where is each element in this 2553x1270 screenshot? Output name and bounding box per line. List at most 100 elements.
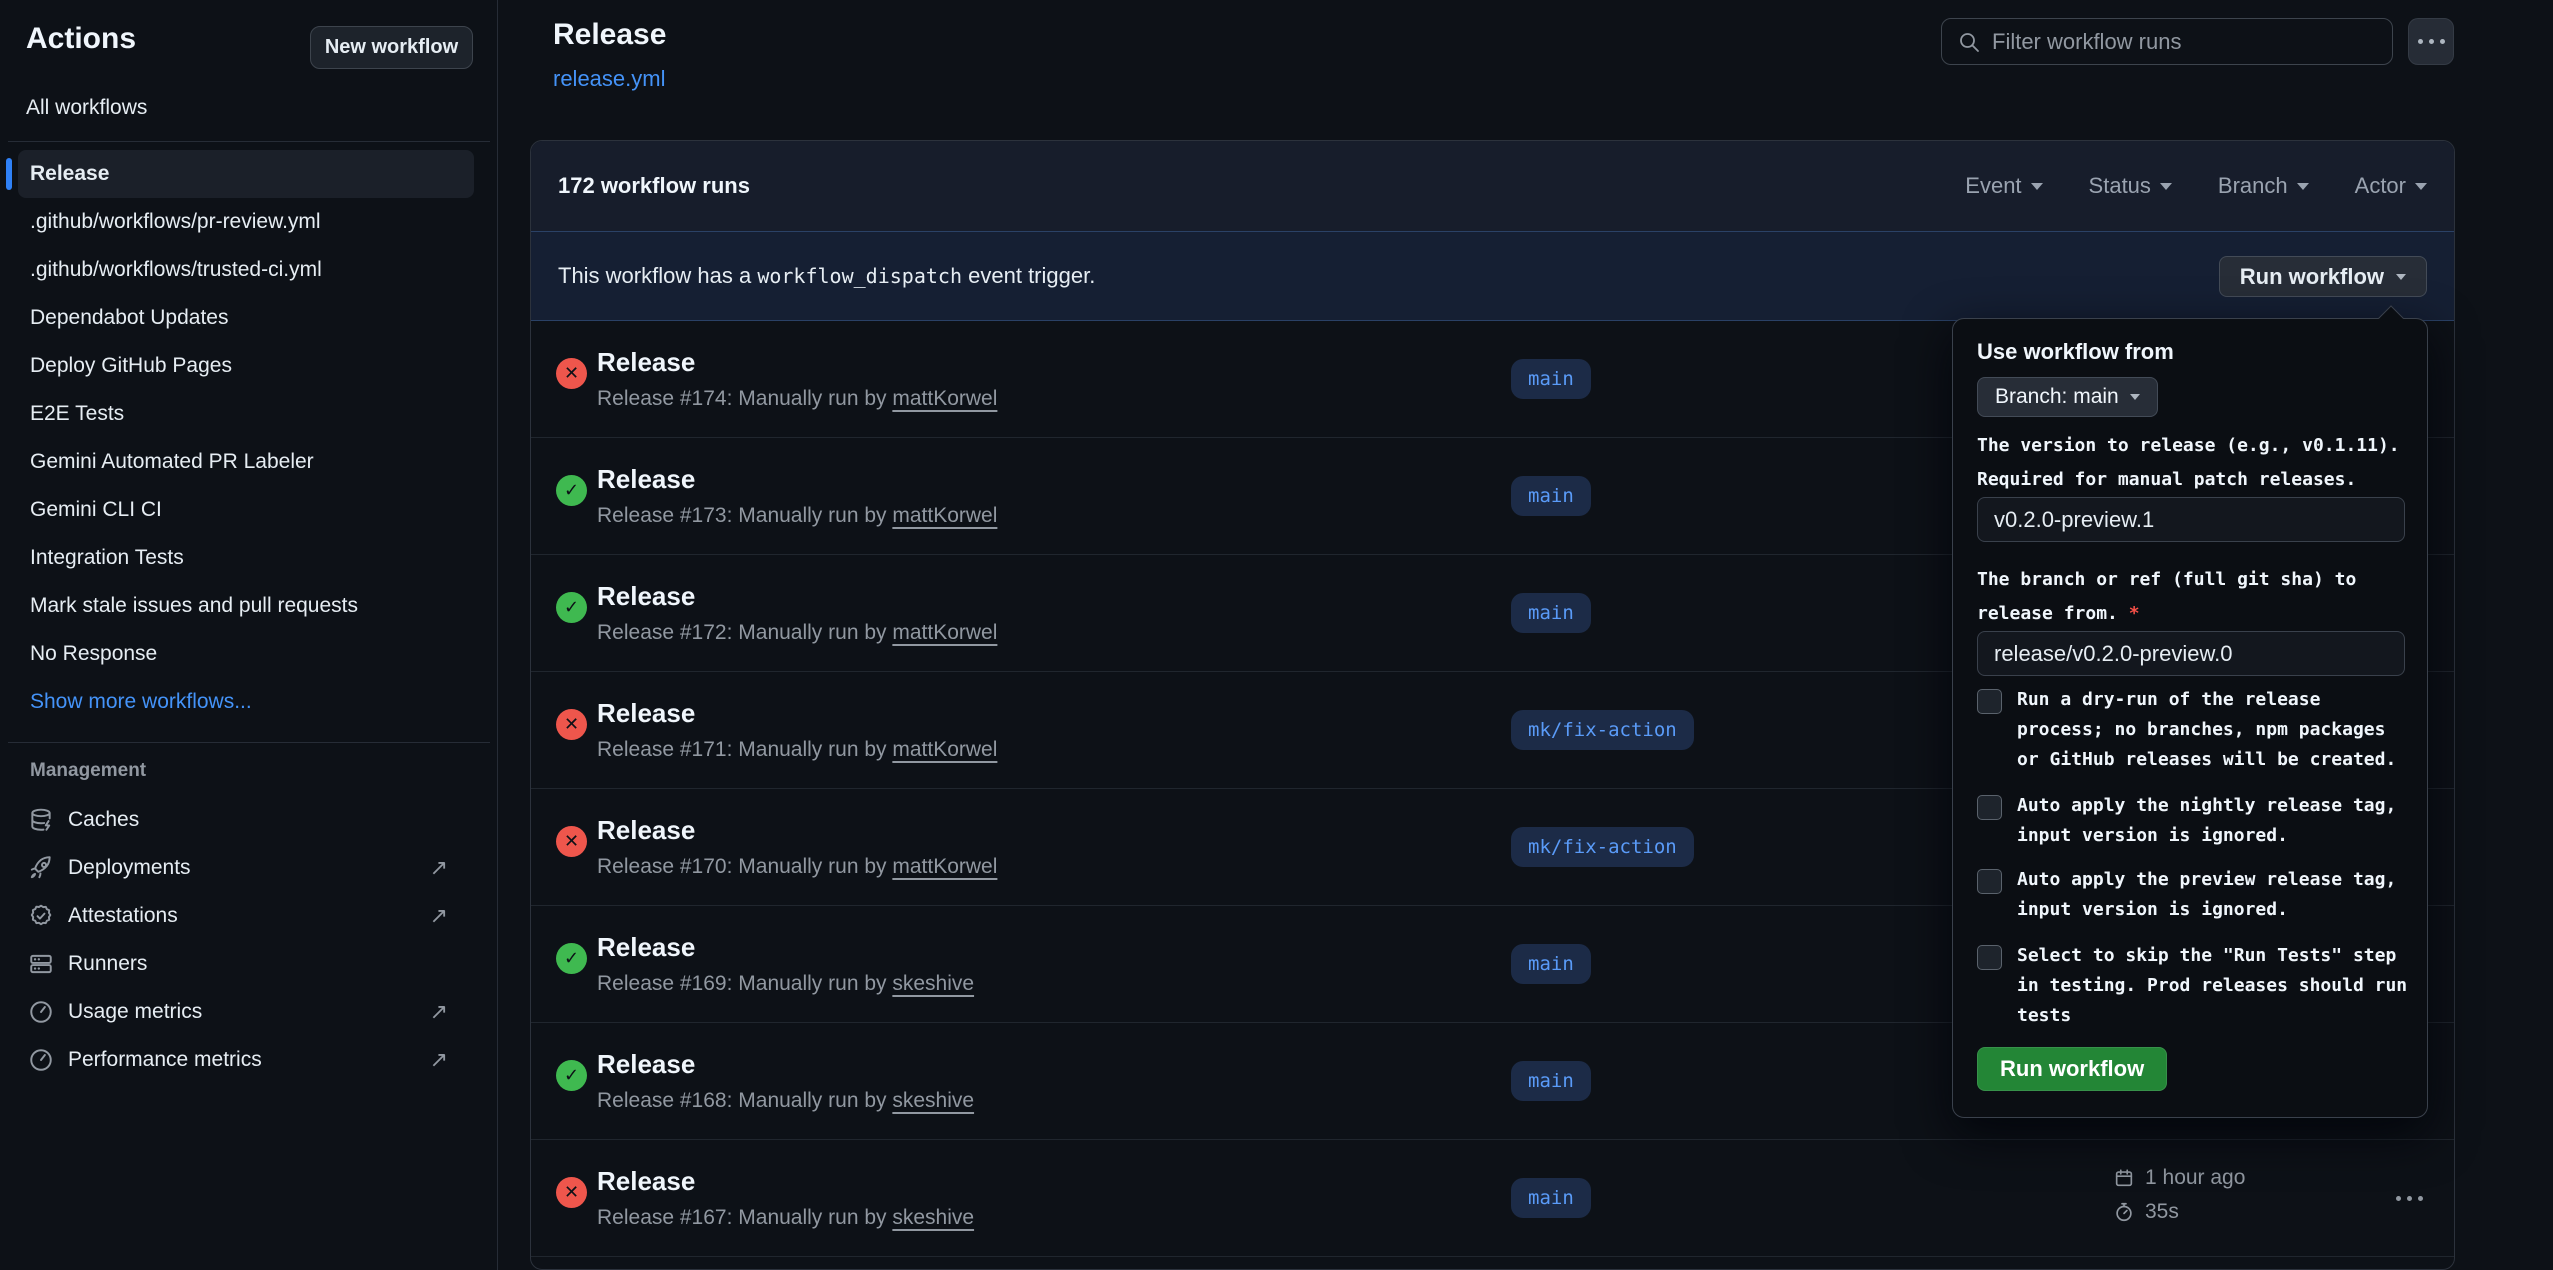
workflow-run-row[interactable]: ✕ Release Release #167: Manually run by … bbox=[531, 1140, 2454, 1257]
workflow-input-checkbox-row: Run a dry-run of the release process; no… bbox=[1977, 685, 2409, 775]
run-description: Release #174: Manually run by mattKorwel bbox=[597, 387, 997, 411]
run-title[interactable]: Release bbox=[597, 1049, 695, 1080]
success-status-icon: ✓ bbox=[556, 592, 587, 623]
run-title[interactable]: Release bbox=[597, 932, 695, 963]
run-description: Release #167: Manually run by skeshive bbox=[597, 1206, 974, 1230]
chevron-down-icon bbox=[2297, 183, 2309, 190]
checkbox-label: Auto apply the nightly release tag, inpu… bbox=[2017, 791, 2409, 851]
actor-link[interactable]: mattKorwel bbox=[892, 504, 997, 527]
cache-icon bbox=[28, 807, 54, 833]
sidebar-workflow-item[interactable]: Gemini Automated PR Labeler bbox=[0, 438, 498, 486]
page-title: Release bbox=[553, 18, 666, 52]
sidebar-workflow-item[interactable]: Release bbox=[18, 150, 474, 198]
workflow-dispatch-banner: This workflow has a workflow_dispatch ev… bbox=[531, 231, 2454, 321]
all-workflows-link[interactable]: All workflows bbox=[26, 96, 147, 120]
workflow-label: .github/workflows/pr-review.yml bbox=[30, 210, 321, 233]
run-title[interactable]: Release bbox=[597, 464, 695, 495]
sidebar-workflow-item[interactable]: .github/workflows/pr-review.yml bbox=[0, 198, 498, 246]
filter-workflow-runs-box bbox=[1941, 18, 2393, 65]
workflow-label: E2E Tests bbox=[30, 402, 124, 425]
sidebar-workflow-item[interactable]: Show more workflows... bbox=[0, 678, 498, 726]
run-meta: 1 hour ago 35s bbox=[2113, 1140, 2393, 1256]
sidebar-workflow-item[interactable]: Integration Tests bbox=[0, 534, 498, 582]
management-label: Attestations bbox=[68, 892, 178, 940]
actor-link[interactable]: skeshive bbox=[892, 1089, 974, 1112]
management-item[interactable]: Usage metrics ↗ bbox=[0, 988, 498, 1036]
branch-badge[interactable]: main bbox=[1511, 944, 1591, 984]
run-title[interactable]: Release bbox=[597, 698, 695, 729]
management-label: Runners bbox=[68, 940, 147, 988]
external-link-icon: ↗ bbox=[430, 1036, 448, 1084]
branch-badge[interactable]: mk/fix-action bbox=[1511, 710, 1694, 750]
sidebar-workflow-item[interactable]: Mark stale issues and pull requests bbox=[0, 582, 498, 630]
sidebar-workflow-item[interactable]: Deploy GitHub Pages bbox=[0, 342, 498, 390]
run-title[interactable]: Release bbox=[597, 815, 695, 846]
management-label: Performance metrics bbox=[68, 1036, 262, 1084]
workflow-label: Deploy GitHub Pages bbox=[30, 354, 232, 377]
sidebar-workflow-item[interactable]: No Response bbox=[0, 630, 498, 678]
checkbox-label: Select to skip the "Run Tests" step in t… bbox=[2017, 941, 2409, 1031]
actor-link[interactable]: skeshive bbox=[892, 972, 974, 995]
failed-status-icon: ✕ bbox=[556, 358, 587, 389]
version-input[interactable] bbox=[1977, 497, 2405, 542]
branch-badge[interactable]: mk/fix-action bbox=[1511, 827, 1694, 867]
workflow-label: Gemini CLI CI bbox=[30, 498, 162, 521]
management-label: Deployments bbox=[68, 844, 191, 892]
branch-badge[interactable]: main bbox=[1511, 1061, 1591, 1101]
management-item[interactable]: Caches bbox=[0, 796, 498, 844]
filter-workflow-runs-input[interactable] bbox=[1992, 19, 2387, 64]
workflow-label: Dependabot Updates bbox=[30, 306, 229, 329]
stopwatch-icon bbox=[2113, 1201, 2135, 1223]
actor-link[interactable]: mattKorwel bbox=[892, 738, 997, 761]
checkbox[interactable] bbox=[1977, 945, 2002, 970]
management-item[interactable]: Performance metrics ↗ bbox=[0, 1036, 498, 1084]
branch-badge[interactable]: main bbox=[1511, 359, 1591, 399]
branch-badge[interactable]: main bbox=[1511, 593, 1591, 633]
run-title[interactable]: Release bbox=[597, 581, 695, 612]
sidebar-divider bbox=[8, 742, 490, 743]
sidebar-workflow-item[interactable]: Gemini CLI CI bbox=[0, 486, 498, 534]
runs-filter-dropdown[interactable]: Event bbox=[1965, 173, 2042, 199]
success-status-icon: ✓ bbox=[556, 943, 587, 974]
actor-link[interactable]: mattKorwel bbox=[892, 621, 997, 644]
branch-badge[interactable]: main bbox=[1511, 476, 1591, 516]
checkbox[interactable] bbox=[1977, 869, 2002, 894]
required-asterisk: * bbox=[2129, 603, 2140, 624]
management-item[interactable]: Attestations ↗ bbox=[0, 892, 498, 940]
management-item[interactable]: Runners bbox=[0, 940, 498, 988]
run-description: Release #173: Manually run by mattKorwel bbox=[597, 504, 997, 528]
management-list: Caches Deployments ↗ Attestations ↗ Runn… bbox=[0, 796, 498, 1084]
run-workflow-submit-button[interactable]: Run workflow bbox=[1977, 1047, 2167, 1091]
runs-filter-dropdown[interactable]: Actor bbox=[2355, 173, 2427, 199]
kebab-icon[interactable] bbox=[2408, 18, 2454, 65]
actions-sidebar: Actions New workflow All workflows Relea… bbox=[0, 0, 498, 1270]
sidebar-divider bbox=[8, 141, 490, 142]
run-title[interactable]: Release bbox=[597, 1166, 695, 1197]
management-item[interactable]: Deployments ↗ bbox=[0, 844, 498, 892]
external-link-icon: ↗ bbox=[430, 892, 448, 940]
workflow-label: .github/workflows/trusted-ci.yml bbox=[30, 258, 322, 281]
sidebar-workflow-item[interactable]: Dependabot Updates bbox=[0, 294, 498, 342]
verified-icon bbox=[28, 903, 54, 929]
run-workflow-dropdown-button[interactable]: Run workflow bbox=[2219, 256, 2427, 297]
runs-filter-dropdown[interactable]: Status bbox=[2089, 173, 2172, 199]
kebab-icon[interactable] bbox=[2389, 1184, 2429, 1212]
checkbox[interactable] bbox=[1977, 795, 2002, 820]
new-workflow-button[interactable]: New workflow bbox=[310, 26, 473, 69]
actor-link[interactable]: mattKorwel bbox=[892, 855, 997, 878]
workflow-list: Release .github/workflows/pr-review.yml … bbox=[0, 150, 498, 726]
actor-link[interactable]: mattKorwel bbox=[892, 387, 997, 410]
run-description: Release #168: Manually run by skeshive bbox=[597, 1089, 974, 1113]
checkbox[interactable] bbox=[1977, 689, 2002, 714]
branch-select-button[interactable]: Branch: main bbox=[1977, 377, 2158, 417]
sidebar-workflow-item[interactable]: E2E Tests bbox=[0, 390, 498, 438]
branch-badge[interactable]: main bbox=[1511, 1178, 1591, 1218]
management-label: Caches bbox=[68, 796, 139, 844]
run-title[interactable]: Release bbox=[597, 347, 695, 378]
runs-filter-dropdown[interactable]: Branch bbox=[2218, 173, 2309, 199]
workflow-file-link[interactable]: release.yml bbox=[553, 66, 665, 92]
workflow-dispatch-code: workflow_dispatch bbox=[757, 264, 962, 288]
ref-input[interactable] bbox=[1977, 631, 2405, 676]
actor-link[interactable]: skeshive bbox=[892, 1206, 974, 1229]
sidebar-workflow-item[interactable]: .github/workflows/trusted-ci.yml bbox=[0, 246, 498, 294]
